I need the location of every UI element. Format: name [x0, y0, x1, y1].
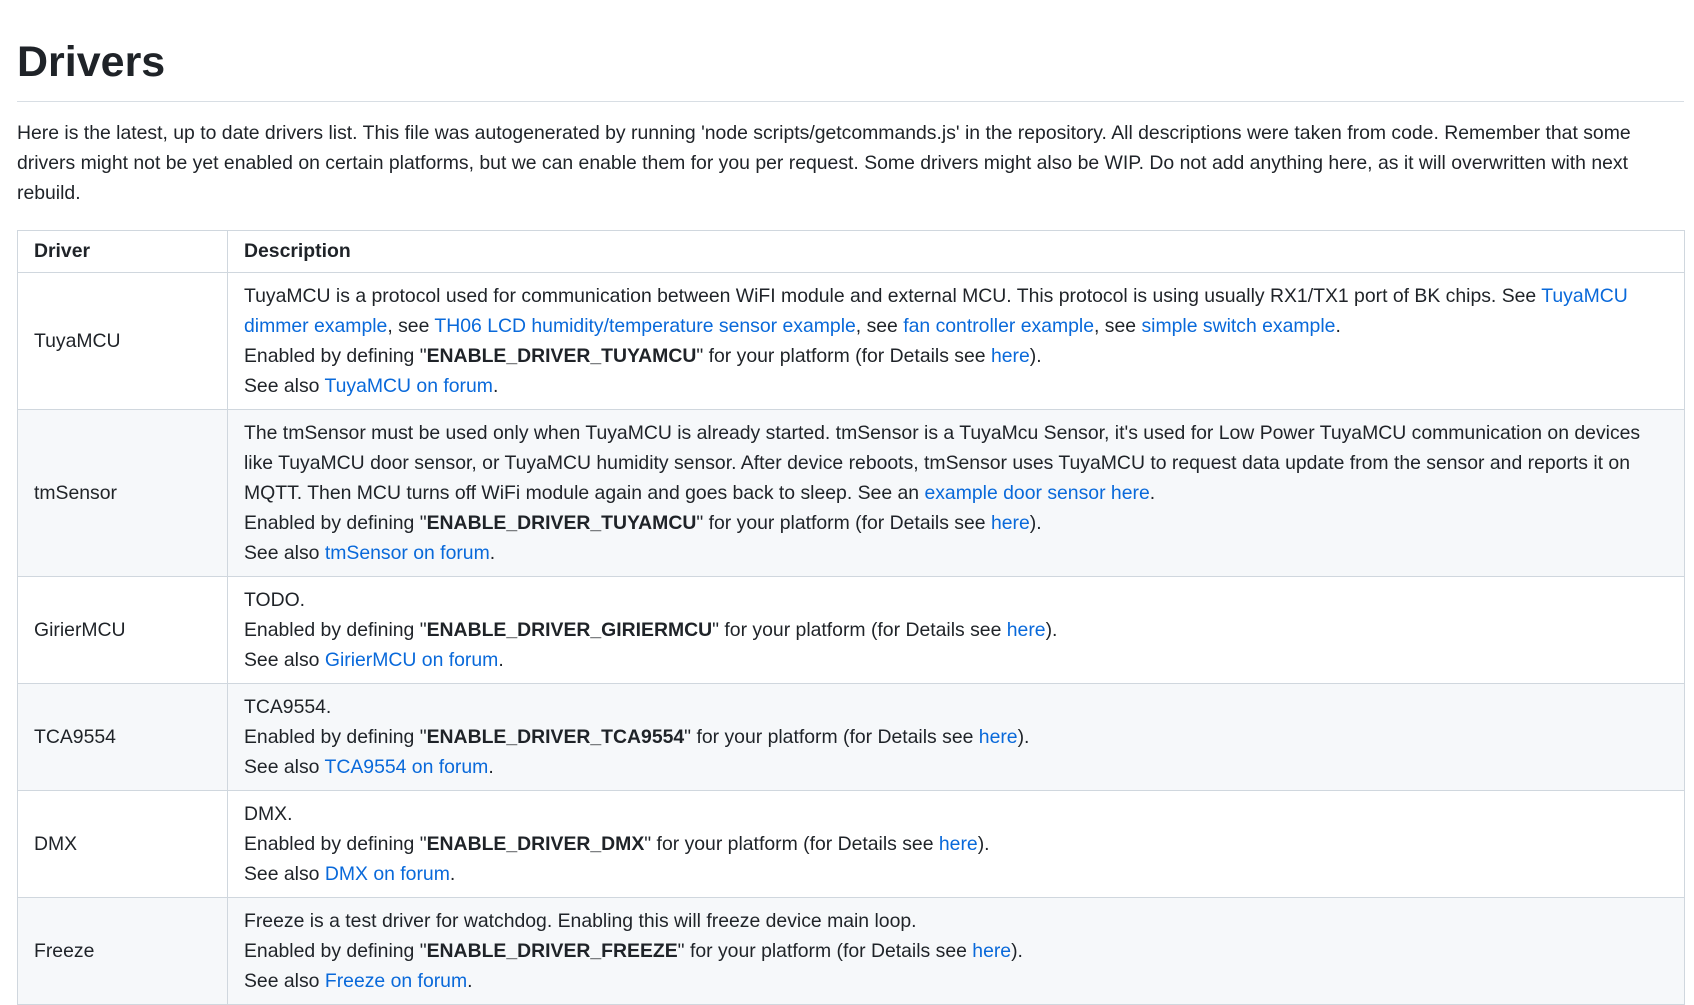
- table-row: GirierMCU TODO. Enabled by defining "ENA…: [17, 576, 1685, 684]
- driver-name: TCA9554: [17, 683, 228, 791]
- details-here-link[interactable]: here: [979, 726, 1018, 748]
- details-here-link[interactable]: here: [991, 345, 1030, 367]
- enabled-prefix: Enabled by defining ": [244, 512, 427, 534]
- enabled-suffix: " for your platform (for Details see: [712, 619, 1007, 641]
- period-text: .: [498, 649, 504, 671]
- period-text: .: [492, 375, 499, 397]
- forum-link[interactable]: TuyaMCU on forum: [325, 375, 493, 397]
- driver-name: tmSensor: [17, 409, 228, 577]
- enabled-prefix: Enabled by defining ": [244, 940, 427, 962]
- description-text: TODO.: [244, 589, 306, 611]
- enabled-prefix: Enabled by defining ": [244, 619, 427, 641]
- table-row: TCA9554 TCA9554. Enabled by defining "EN…: [17, 683, 1685, 791]
- define-name: ENABLE_DRIVER_TUYAMCU: [426, 512, 697, 534]
- details-here-link[interactable]: here: [939, 833, 978, 855]
- enabled-prefix: Enabled by defining ": [244, 833, 427, 855]
- table-row: DMX DMX. Enabled by defining "ENABLE_DRI…: [17, 790, 1685, 898]
- see-also-text: See also: [244, 756, 325, 778]
- driver-description: The tmSensor must be used only when Tuya…: [227, 409, 1685, 577]
- period-text: .: [449, 863, 456, 885]
- enabled-suffix: " for your platform (for Details see: [684, 726, 979, 748]
- separator-text: , see: [387, 315, 435, 337]
- forum-link[interactable]: Freeze on forum: [325, 970, 467, 992]
- close-text: ).: [1017, 726, 1030, 748]
- period-text: .: [488, 756, 494, 778]
- details-here-link[interactable]: here: [991, 512, 1030, 534]
- header-description: Description: [227, 230, 1685, 273]
- driver-description: TCA9554. Enabled by defining "ENABLE_DRI…: [227, 683, 1685, 791]
- description-text: TuyaMCU is a protocol used for communica…: [244, 285, 1542, 307]
- define-name: ENABLE_DRIVER_TUYAMCU: [426, 345, 697, 367]
- driver-description: TuyaMCU is a protocol used for communica…: [227, 272, 1685, 410]
- driver-name: DMX: [17, 790, 228, 898]
- forum-link[interactable]: GirierMCU on forum: [325, 649, 498, 671]
- example-door-sensor-link[interactable]: example door sensor here: [924, 482, 1149, 504]
- forum-link[interactable]: DMX on forum: [325, 863, 450, 885]
- forum-link[interactable]: TCA9554 on forum: [325, 756, 489, 778]
- enabled-prefix: Enabled by defining ": [244, 345, 427, 367]
- intro-paragraph: Here is the latest, up to date drivers l…: [17, 122, 1631, 204]
- driver-description: Freeze is a test driver for watchdog. En…: [227, 897, 1685, 1005]
- enabled-suffix: " for your platform (for Details see: [644, 833, 939, 855]
- close-text: ).: [1045, 619, 1058, 641]
- enabled-prefix: Enabled by defining ": [244, 726, 427, 748]
- driver-description: DMX. Enabled by defining "ENABLE_DRIVER_…: [227, 790, 1685, 898]
- period-text: .: [1335, 315, 1341, 337]
- close-text: ).: [1029, 345, 1042, 367]
- header-driver: Driver: [17, 230, 228, 273]
- period-text: .: [467, 970, 473, 992]
- enabled-suffix: " for your platform (for Details see: [696, 512, 991, 534]
- define-name: ENABLE_DRIVER_GIRIERMCU: [426, 619, 713, 641]
- page: Drivers Here is the latest, up to date d…: [0, 0, 1686, 1005]
- period-text: .: [1149, 482, 1156, 504]
- define-name: ENABLE_DRIVER_TCA9554: [426, 726, 685, 748]
- description-text: TCA9554.: [244, 696, 332, 718]
- description-text: Freeze is a test driver for watchdog. En…: [244, 910, 917, 932]
- see-also-text: See also: [244, 542, 325, 564]
- period-text: .: [489, 542, 496, 564]
- driver-name: GirierMCU: [17, 576, 228, 684]
- fan-controller-link[interactable]: fan controller example: [903, 315, 1094, 337]
- description-text: DMX.: [244, 803, 293, 825]
- define-name: ENABLE_DRIVER_FREEZE: [426, 940, 678, 962]
- see-also-text: See also: [244, 649, 325, 671]
- see-also-text: See also: [244, 375, 325, 397]
- table-row: TuyaMCU TuyaMCU is a protocol used for c…: [17, 272, 1685, 410]
- enabled-suffix: " for your platform (for Details see: [696, 345, 991, 367]
- see-also-text: See also: [244, 863, 325, 885]
- forum-link[interactable]: tmSensor on forum: [325, 542, 490, 564]
- close-text: ).: [1011, 940, 1023, 962]
- close-text: ).: [1029, 512, 1042, 534]
- see-also-text: See also: [244, 970, 325, 992]
- table-row: Freeze Freeze is a test driver for watch…: [17, 897, 1685, 1005]
- details-here-link[interactable]: here: [972, 940, 1011, 962]
- th06-sensor-link[interactable]: TH06 LCD humidity/temperature sensor exa…: [434, 315, 855, 337]
- simple-switch-link[interactable]: simple switch example: [1141, 315, 1335, 337]
- separator-text: , see: [1094, 315, 1142, 337]
- driver-name: Freeze: [17, 897, 228, 1005]
- table-row: tmSensor The tmSensor must be used only …: [17, 409, 1685, 577]
- details-here-link[interactable]: here: [1007, 619, 1046, 641]
- driver-name: TuyaMCU: [17, 272, 228, 410]
- driver-description: TODO. Enabled by defining "ENABLE_DRIVER…: [227, 576, 1685, 684]
- page-title: Drivers: [17, 0, 1684, 102]
- drivers-table: Driver Description TuyaMCU TuyaMCU is a …: [17, 230, 1685, 1005]
- enabled-suffix: " for your platform (for Details see: [677, 940, 973, 962]
- define-name: ENABLE_DRIVER_DMX: [426, 833, 645, 855]
- separator-text: , see: [855, 315, 904, 337]
- close-text: ).: [977, 833, 990, 855]
